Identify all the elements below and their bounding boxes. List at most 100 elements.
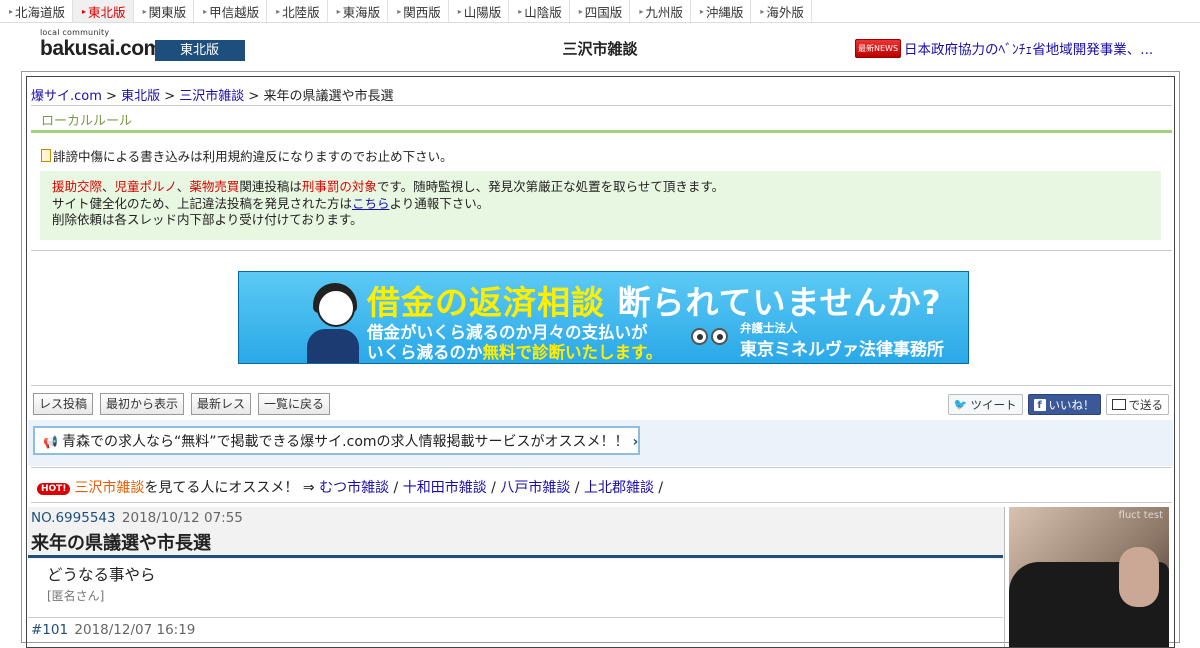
post-meta: NO.6995543 2018/10/12 07:55 xyxy=(31,510,243,526)
banner-line2: いくら減るのか無料で診断いたします。 xyxy=(367,339,662,363)
region-tab-kanto[interactable]: 関東版 xyxy=(134,0,195,22)
breadcrumb-separator: > xyxy=(160,89,180,104)
breadcrumb-board-link[interactable]: 三沢市雑談 xyxy=(179,89,244,104)
mail-send-button[interactable]: で送る xyxy=(1105,394,1169,415)
breadcrumb: 爆サイ.com > 東北版 > 三沢市雑談 > 来年の県議選や市長選 xyxy=(31,85,393,104)
reply-meta: #101 2018/12/07 16:19 xyxy=(31,622,195,638)
post-date: 2018/10/12 07:55 xyxy=(121,510,243,526)
document-icon xyxy=(41,149,51,162)
banner-headline-sub: 断られていませんか? xyxy=(617,283,942,322)
divider xyxy=(31,502,1172,503)
link-separator: / xyxy=(574,480,580,496)
logo-tagline: local community xyxy=(40,28,110,37)
hot-badge: HOT! xyxy=(37,483,71,495)
region-tab-kansai[interactable]: 関西版 xyxy=(388,0,449,22)
breadcrumb-separator: > xyxy=(101,89,122,104)
banner-firm-name: 東京ミネルヴァ法律事務所 xyxy=(740,340,944,360)
illegal-post-warning: 援助交際、児童ポルノ、薬物売買関連投稿は刑事罰の対象です。随時監視し、発見次第厳… xyxy=(40,171,1161,240)
latest-replies-button[interactable]: 最新レス xyxy=(191,393,252,415)
warning-text: より通報下さい。 xyxy=(389,195,490,211)
breadcrumb-current: 来年の県議選や市長選 xyxy=(263,89,394,104)
warning-comma: 、 xyxy=(102,179,115,194)
banner-line2-text: いくら減るのか xyxy=(367,343,483,362)
recommended-board-link[interactable]: 八戸市雑談 xyxy=(500,480,570,496)
recommended-boards: HOT! 三沢市雑談を見てる人にオススメ！ ⇒ むつ市雑談 / 十和田市雑談 / … xyxy=(37,477,663,497)
region-tab-hokkaido[interactable]: 北海道版 xyxy=(0,0,74,22)
region-tab-tohoku[interactable]: 東北版 xyxy=(73,0,134,22)
owl-logo-icon xyxy=(691,326,731,352)
content-frame: 爆サイ.com > 東北版 > 三沢市雑談 > 来年の県議選や市長選 ローカルル… xyxy=(21,71,1180,648)
breadcrumb-separator: > xyxy=(244,89,264,104)
news-badge: 最新NEWS xyxy=(855,38,902,58)
social-buttons: 🐦 ツイート f いいね！ で送る xyxy=(947,394,1169,415)
warning-text: サイト健全化のため、上記違法投稿を発見された方は xyxy=(52,195,353,211)
sidebar-ad-image[interactable]: fluct test xyxy=(1009,507,1169,647)
facebook-like-button[interactable]: f いいね！ xyxy=(1027,394,1101,415)
thread-actions: レス投稿 最初から表示 最新レス 一覧に戻る xyxy=(33,393,331,415)
region-tab-okinawa[interactable]: 沖縄版 xyxy=(691,0,752,22)
region-tabs: 北海道版 東北版 関東版 甲信越版 北陸版 東海版 関西版 山陽版 山陰版 四国… xyxy=(0,0,1200,23)
tweet-label: ツイート xyxy=(970,397,1017,412)
breadcrumb-home-link[interactable]: 爆サイ.com xyxy=(31,89,102,104)
warning-term: 援助交際 xyxy=(52,179,103,194)
warning-comma: 、 xyxy=(176,179,190,194)
region-tab-kyushu[interactable]: 九州版 xyxy=(630,0,691,22)
title-underline xyxy=(28,555,1003,558)
tweet-button[interactable]: 🐦 ツイート xyxy=(947,394,1023,415)
page-title: 三沢市雑談 xyxy=(562,40,638,58)
reply-date: 2018/12/07 16:19 xyxy=(74,622,196,638)
warning-term: 刑事罰の対象 xyxy=(301,179,377,194)
warning-term: 薬物売買 xyxy=(189,179,240,194)
recommended-board-link[interactable]: 上北郡雑談 xyxy=(584,480,654,496)
post-reply-button[interactable]: レス投稿 xyxy=(33,393,94,415)
recommend-text: を見てる人にオススメ！ ⇒ xyxy=(144,480,315,496)
news-ticker[interactable]: 最新NEWS 日本政府協力のﾍﾞﾝﾁｪ省地域開発事業、... xyxy=(855,38,1153,58)
warning-text: 関連投稿は xyxy=(239,179,302,194)
local-rule-bar xyxy=(31,130,1172,133)
job-ad-promo-link[interactable]: 📢 青森での求人なら“無料”で掲載できる爆サイ.comの求人情報掲載サービスがオス… xyxy=(33,426,640,455)
reply-number-link[interactable]: #101 xyxy=(31,622,68,638)
post-number-link[interactable]: NO.6995543 xyxy=(31,510,116,526)
local-rule-heading: ローカルルール xyxy=(41,114,133,129)
show-from-start-button[interactable]: 最初から表示 xyxy=(100,393,185,415)
region-tab-shikoku[interactable]: 四国版 xyxy=(570,0,631,22)
region-tab-hokuriku[interactable]: 北陸版 xyxy=(267,0,328,22)
recommended-board-link[interactable]: 十和田市雑談 xyxy=(403,480,487,496)
divider xyxy=(31,467,1172,468)
content-inner: 爆サイ.com > 東北版 > 三沢市雑談 > 来年の県議選や市長選 ローカルル… xyxy=(26,76,1175,648)
banner-headline-main: 借金の返済相談 xyxy=(367,283,605,322)
current-board-name: 三沢市雑談 xyxy=(74,480,145,496)
region-tab-sanin[interactable]: 山陰版 xyxy=(509,0,570,22)
slander-notice-text: 誹謗中傷による書き込みは利用規約違反になりますのでお止め下さい。 xyxy=(53,149,453,164)
megaphone-icon: 📢 xyxy=(43,435,58,449)
banner-firm-type: 弁護士法人 xyxy=(740,321,798,335)
banner-line2-highlight: 無料で診断いたします。 xyxy=(482,343,663,362)
region-tab-sanyo[interactable]: 山陽版 xyxy=(449,0,510,22)
banner-ad[interactable]: 借金の返済相談 断られていませんか? 借金がいくら減るのか月々の支払いが いくら… xyxy=(238,271,969,364)
warning-text: 削除依頼は各スレッド内下部より受け付けております。 xyxy=(52,212,363,227)
edition-badge[interactable]: 東北版 xyxy=(155,40,245,61)
region-tab-overseas[interactable]: 海外版 xyxy=(751,0,812,22)
banner-illustration xyxy=(259,277,359,363)
ad-label: fluct test xyxy=(1118,510,1163,521)
region-tab-tokai[interactable]: 東海版 xyxy=(328,0,389,22)
recommended-board-link[interactable]: むつ市雑談 xyxy=(319,480,389,496)
report-link[interactable]: こちら xyxy=(352,196,390,211)
banner-headline: 借金の返済相談 断られていませんか? xyxy=(367,276,942,324)
divider xyxy=(31,385,1172,386)
divider xyxy=(28,617,1003,618)
site-logo[interactable]: local community bakusai.com xyxy=(40,28,162,62)
back-to-list-button[interactable]: 一覧に戻る xyxy=(258,393,331,415)
slander-notice: 誹謗中傷による書き込みは利用規約違反になりますのでお止め下さい。 xyxy=(41,146,453,165)
breadcrumb-edition-link[interactable]: 東北版 xyxy=(121,89,160,104)
like-label: いいね！ xyxy=(1048,397,1095,412)
sidebar-divider xyxy=(1004,507,1005,647)
warning-text: です。随時監視し、発見次第厳正な処置を取らせて頂きます。 xyxy=(376,179,725,194)
news-headline-link[interactable]: 日本政府協力のﾍﾞﾝﾁｪ省地域開発事業、... xyxy=(904,38,1153,58)
send-label: で送る xyxy=(1128,397,1164,412)
chevron-right-icon: › xyxy=(632,434,639,450)
region-tab-koshinetsu[interactable]: 甲信越版 xyxy=(194,0,268,22)
post-author: [匿名さん] xyxy=(47,589,105,603)
thread-title: 来年の県議選や市長選 xyxy=(31,533,211,554)
warning-term: 児童ポルノ xyxy=(114,179,177,194)
